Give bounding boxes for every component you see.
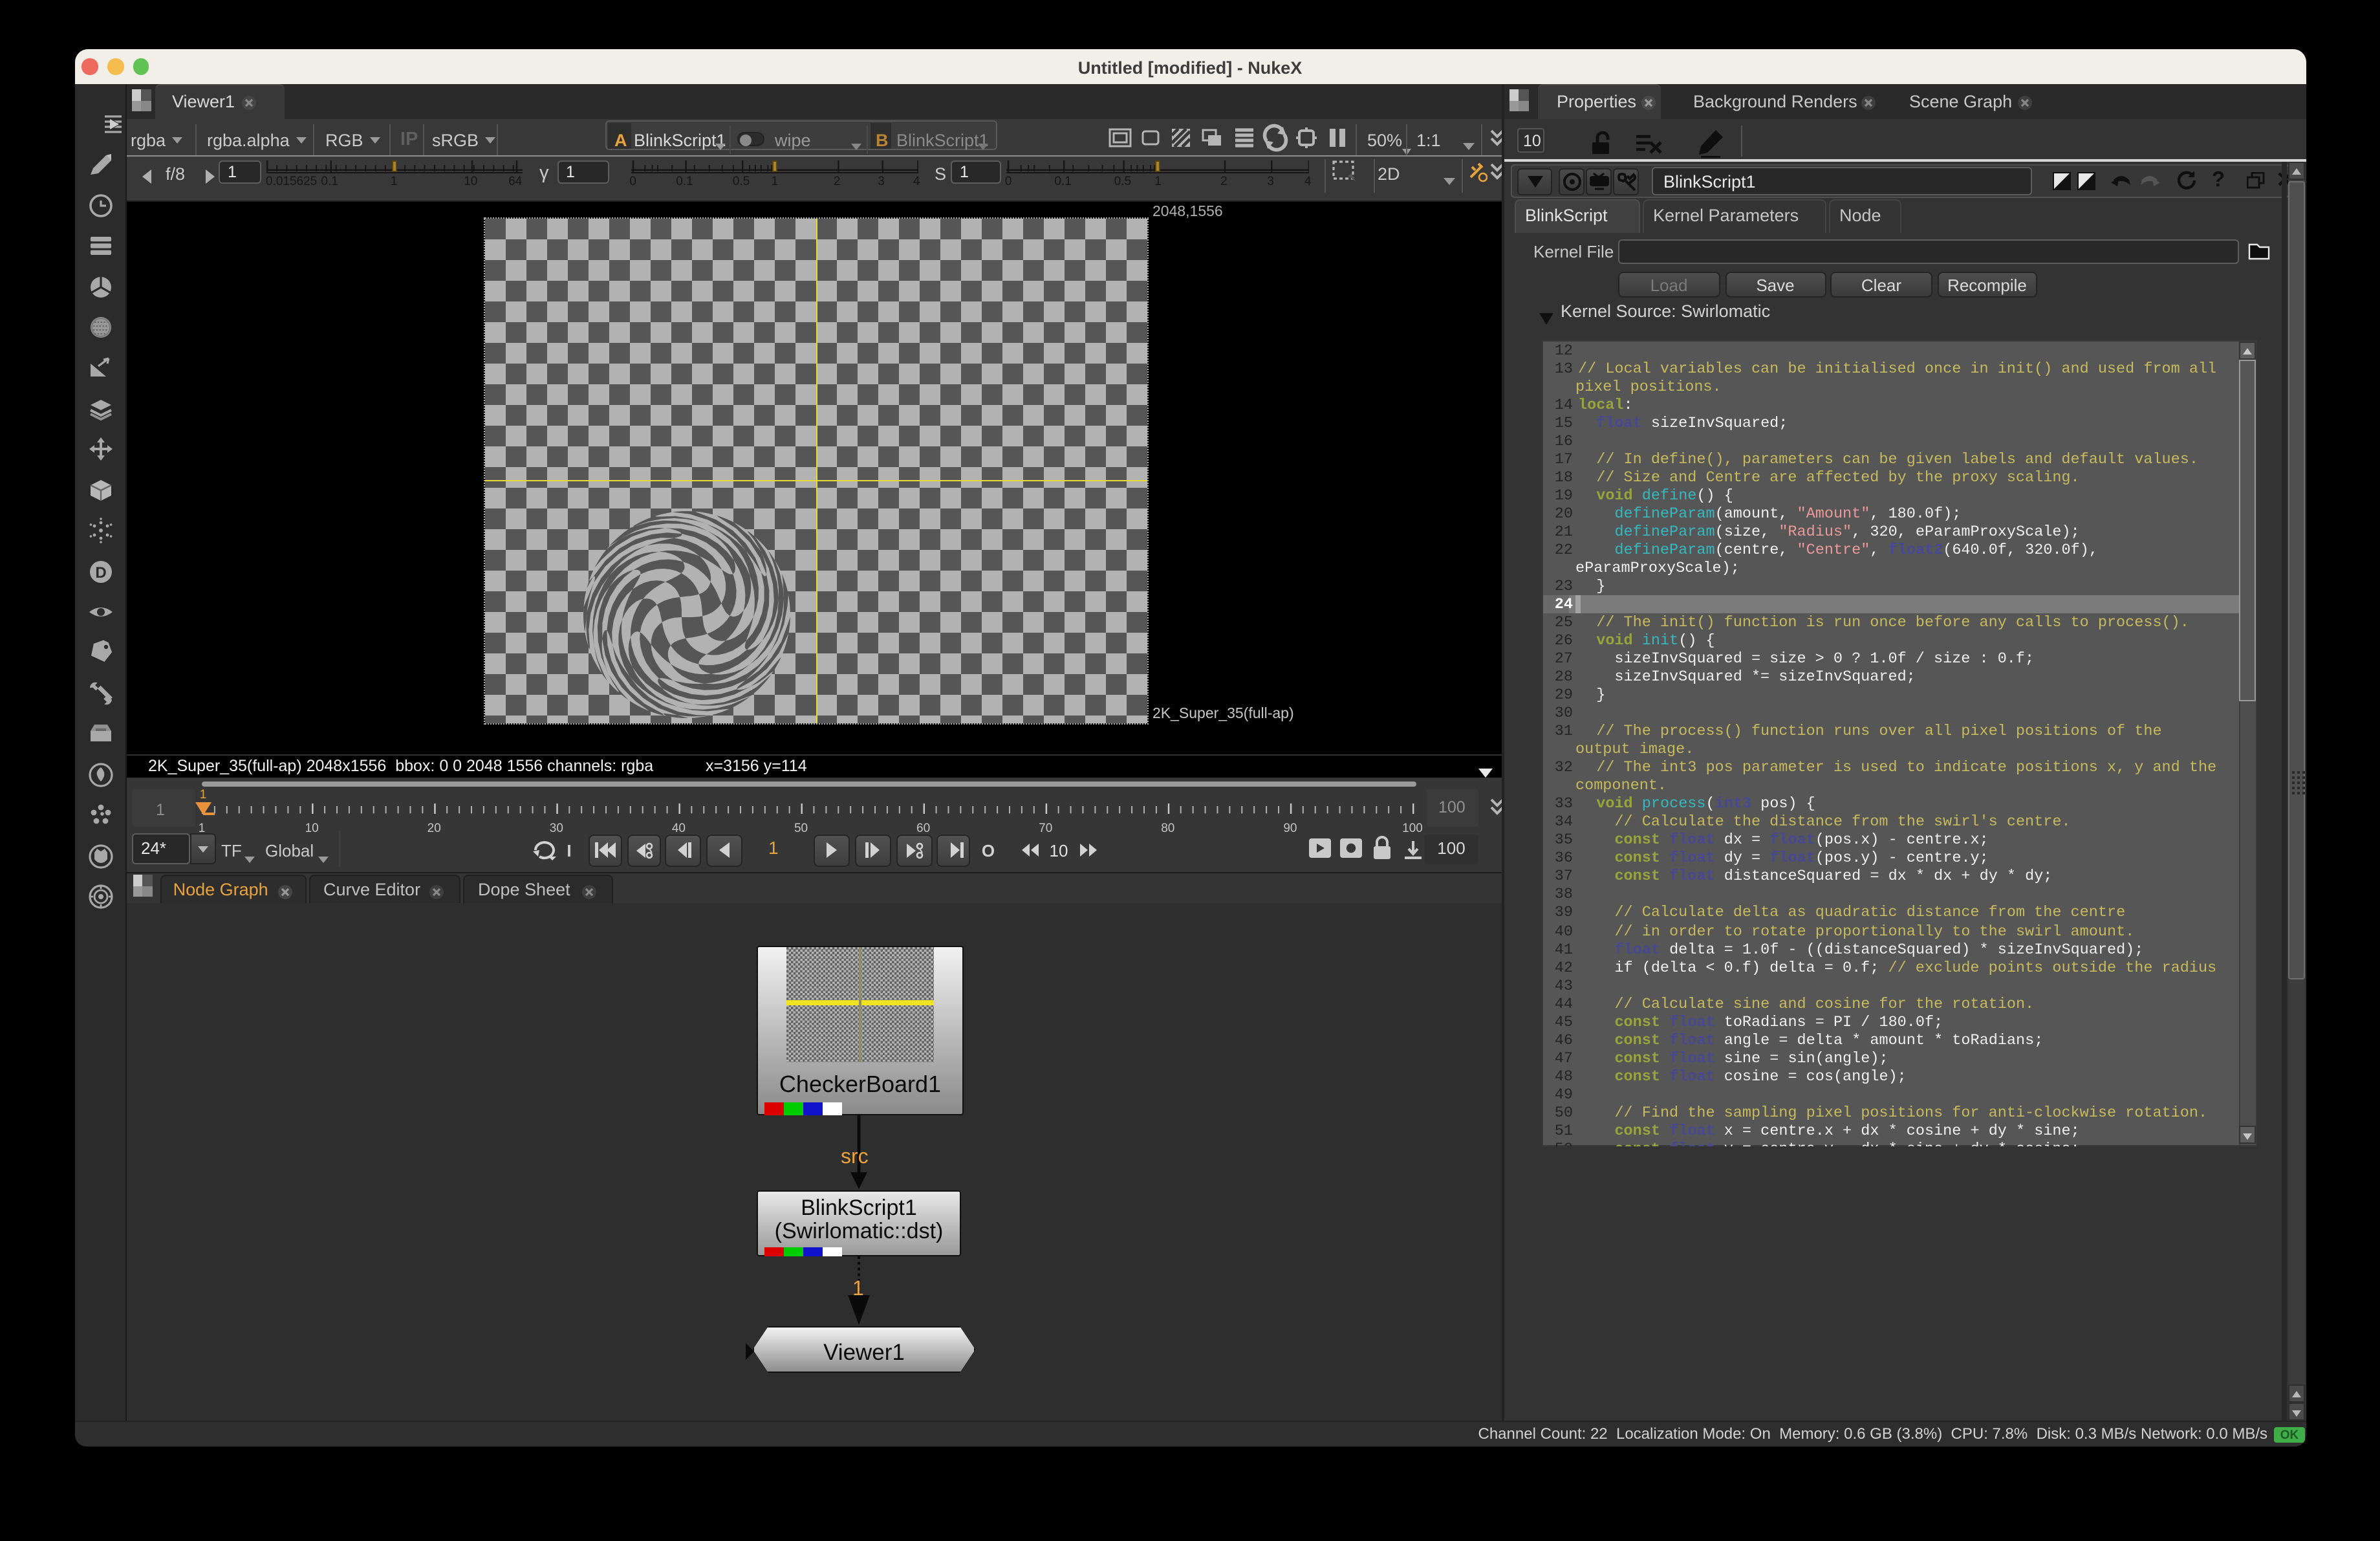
svg-text:D: D	[94, 563, 105, 581]
